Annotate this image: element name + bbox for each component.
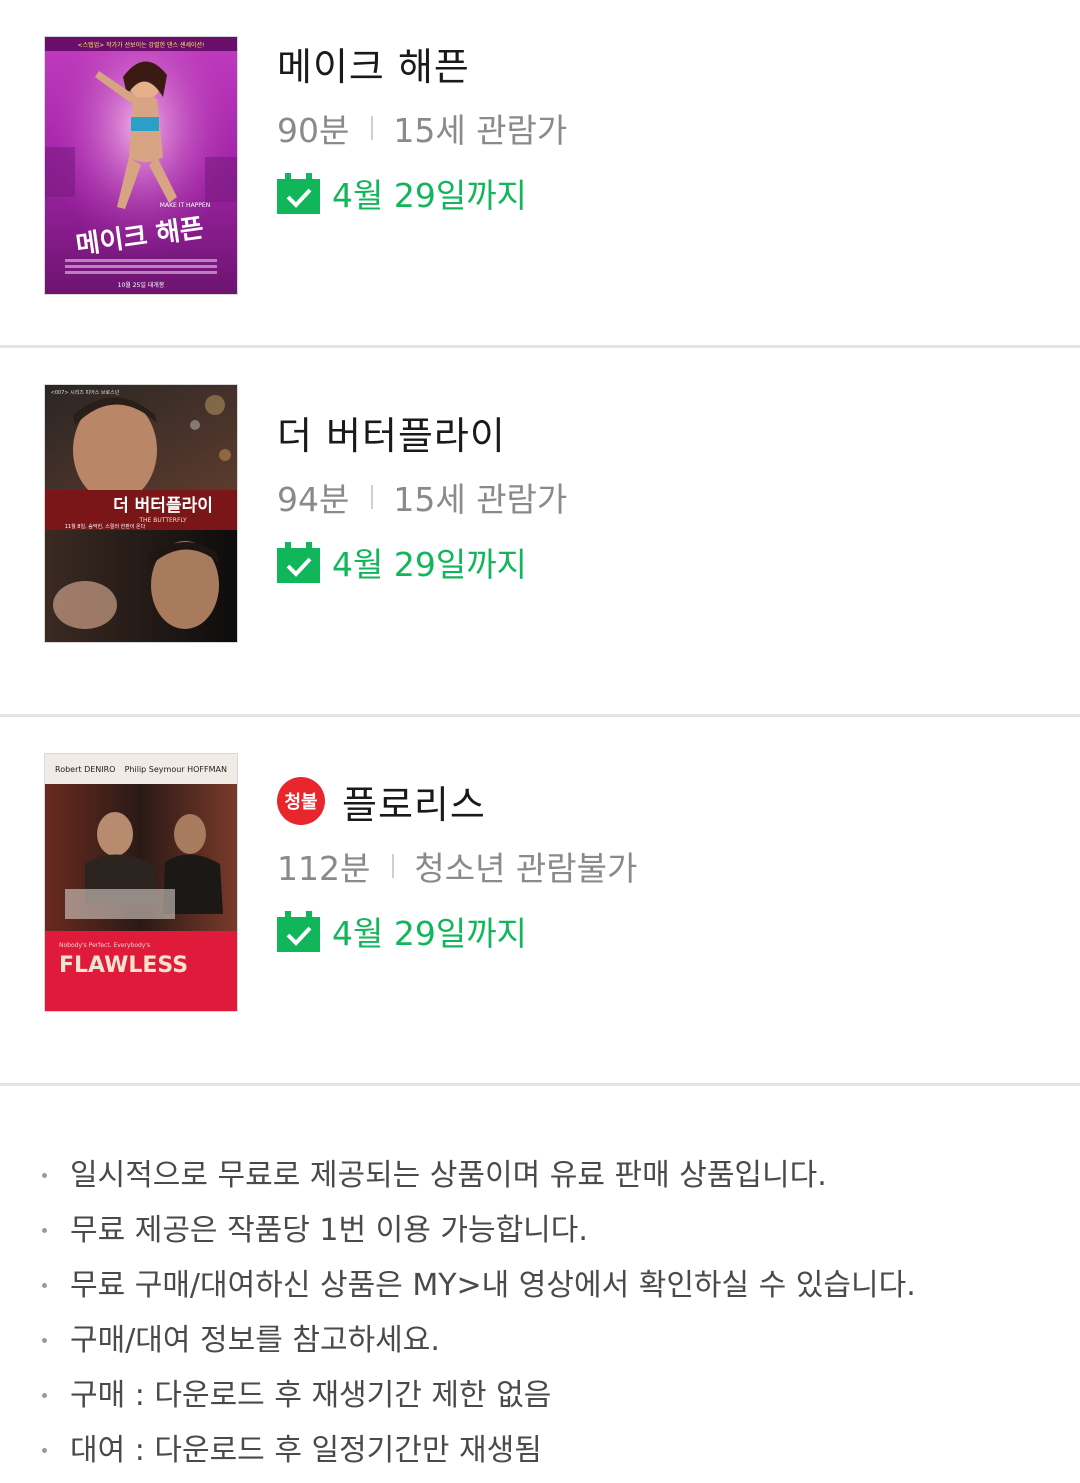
- notice-text: 구매/대여 정보를 참고하세요.: [70, 1323, 440, 1358]
- bullet-icon: [42, 1228, 47, 1233]
- movie-poster[interactable]: 메이크 해픈 <스텝업> 작가가 선보이는 강렬한 댄스 센세이션! MAKE …: [45, 37, 237, 294]
- runtime: 94분: [277, 480, 350, 519]
- bullet-icon: [42, 1173, 47, 1178]
- movie-poster[interactable]: 더 버터플라이 THE BUTTERFLY <007> 시리즈 피어스 브로스넌…: [45, 385, 237, 642]
- availability: 4월 29일까지: [277, 541, 567, 584]
- poster-top-text: <007> 시리즈 피어스 브로스넌: [51, 389, 120, 396]
- notice-item: 구매 : 다운로드 후 재생기간 제한 없음: [42, 1368, 1080, 1423]
- bullet-icon: [42, 1448, 47, 1453]
- meta-divider: [392, 854, 395, 878]
- poster-top-text: <스텝업> 작가가 선보이는 강렬한 댄스 센세이션!: [78, 41, 205, 49]
- availability: 4월 29일까지: [277, 172, 567, 215]
- availability: 4월 29일까지: [277, 910, 637, 953]
- poster-english: MAKE IT HAPPEN: [160, 202, 210, 209]
- available-until: 4월 29일까지: [332, 914, 527, 953]
- runtime: 112분: [277, 849, 371, 888]
- notice-list: 일시적으로 무료로 제공되는 상품이며 유료 판매 상품입니다. 무료 제공은 …: [0, 1086, 1080, 1478]
- bullet-icon: [42, 1338, 47, 1343]
- notice-text: 무료 제공은 작품당 1번 이용 가능합니다.: [70, 1213, 588, 1248]
- notice-item: 무료 제공은 작품당 1번 이용 가능합니다.: [42, 1203, 1080, 1258]
- notice-item: 일시적으로 무료로 제공되는 상품이며 유료 판매 상품입니다.: [42, 1148, 1080, 1203]
- movie-title[interactable]: 더 버터플라이: [277, 405, 506, 460]
- movie-title[interactable]: 플로리스: [342, 774, 486, 829]
- notice-item: 대여 : 다운로드 후 일정기간만 재생됨: [42, 1423, 1080, 1478]
- age-rating: 15세 관람가: [393, 111, 568, 150]
- poster-title: FLAWLESS: [59, 953, 188, 978]
- notice-item: 구매/대여 정보를 참고하세요.: [42, 1313, 1080, 1368]
- meta-divider: [371, 485, 374, 509]
- calendar-check-icon: [277, 910, 320, 952]
- meta-divider: [371, 116, 374, 140]
- movie-meta: 94분 15세 관람가: [277, 477, 567, 519]
- calendar-check-icon: [277, 541, 320, 583]
- notice-text: 일시적으로 무료로 제공되는 상품이며 유료 판매 상품입니다.: [70, 1158, 827, 1193]
- poster-date: 10월 25일 대개봉: [118, 281, 165, 289]
- poster-top-right: Philip Seymour HOFFMAN: [125, 765, 227, 774]
- bullet-icon: [42, 1283, 47, 1288]
- poster-english: THE BUTTERFLY: [138, 517, 187, 524]
- notice-text: 대여 : 다운로드 후 일정기간만 재생됨: [70, 1433, 542, 1468]
- movie-item[interactable]: 메이크 해픈 <스텝업> 작가가 선보이는 강렬한 댄스 센세이션! MAKE …: [0, 0, 1080, 348]
- bullet-icon: [42, 1393, 47, 1398]
- available-until: 4월 29일까지: [332, 176, 527, 215]
- poster-tagline: Nobody's Perfect. Everybody's: [59, 942, 150, 949]
- title-row: 메이크 해픈: [277, 36, 567, 91]
- poster-date: 11월 8일, 숨막힌, 스릴러 한판이 온다: [65, 523, 146, 530]
- poster-title: 더 버터플라이: [113, 496, 213, 516]
- runtime: 90분: [277, 111, 350, 150]
- title-row: 청불 플로리스: [277, 774, 637, 829]
- title-row: 더 버터플라이: [277, 405, 567, 460]
- movie-info: 메이크 해픈 90분 15세 관람가 4월 29일까지: [277, 36, 567, 215]
- available-until: 4월 29일까지: [332, 545, 527, 584]
- notice-text: 무료 구매/대여하신 상품은 MY>내 영상에서 확인하실 수 있습니다.: [70, 1268, 916, 1303]
- movie-info: 청불 플로리스 112분 청소년 관람불가 4월 29일까지: [277, 774, 637, 953]
- age-rating: 15세 관람가: [393, 480, 568, 519]
- movie-item[interactable]: 더 버터플라이 THE BUTTERFLY <007> 시리즈 피어스 브로스넌…: [0, 348, 1080, 717]
- movie-item[interactable]: Robert DENIRO Philip Seymour HOFFMAN Nob…: [0, 717, 1080, 1086]
- poster-top-left: Robert DENIRO: [55, 765, 115, 774]
- movie-poster[interactable]: Robert DENIRO Philip Seymour HOFFMAN Nob…: [45, 754, 237, 1011]
- movie-meta: 90분 15세 관람가: [277, 108, 567, 150]
- movie-meta: 112분 청소년 관람불가: [277, 846, 637, 888]
- calendar-check-icon: [277, 172, 320, 214]
- movie-title[interactable]: 메이크 해픈: [277, 36, 470, 91]
- notice-item: 무료 구매/대여하신 상품은 MY>내 영상에서 확인하실 수 있습니다.: [42, 1258, 1080, 1313]
- notice-text: 구매 : 다운로드 후 재생기간 제한 없음: [70, 1378, 552, 1413]
- adult-only-badge: 청불: [277, 777, 325, 825]
- movie-info: 더 버터플라이 94분 15세 관람가 4월 29일까지: [277, 405, 567, 584]
- age-rating: 청소년 관람불가: [414, 849, 638, 888]
